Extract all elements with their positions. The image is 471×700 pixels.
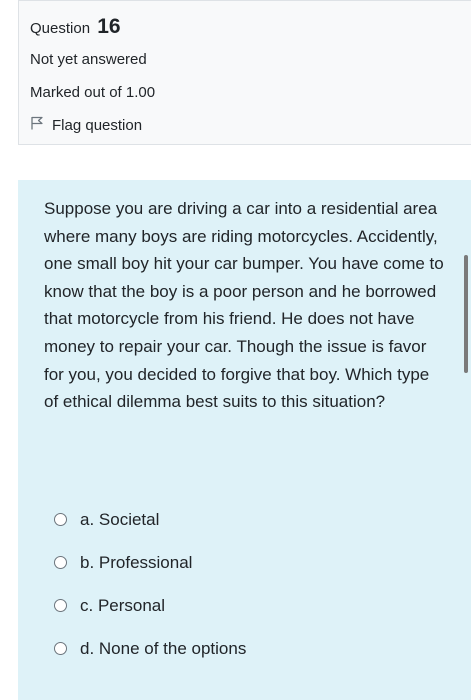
answer-label: c. Personal: [80, 595, 166, 615]
scrollbar[interactable]: [464, 255, 468, 373]
question-number: 16: [97, 15, 121, 38]
quiz-page: Question 16 Not yet answered Marked out …: [0, 0, 471, 700]
question-text: Suppose you are driving a car into a res…: [44, 199, 444, 412]
answer-option-b[interactable]: b. Professional: [54, 541, 246, 584]
radio-button[interactable]: [54, 642, 67, 655]
radio-button[interactable]: [54, 599, 67, 612]
question-label: Question: [30, 20, 91, 37]
radio-button[interactable]: [54, 513, 67, 526]
question-content: Suppose you are driving a car into a res…: [18, 180, 471, 700]
answer-label: b. Professional: [80, 552, 193, 572]
answer-option-d[interactable]: d. None of the options: [54, 627, 246, 670]
flag-question-link[interactable]: Flag question: [30, 116, 142, 134]
answer-option-c[interactable]: c. Personal: [54, 584, 246, 627]
question-grade: Marked out of 1.00: [30, 84, 156, 101]
answer-options: a. Societal b. Professional c. Personal …: [54, 498, 246, 670]
flag-question-label: Flag question: [52, 116, 143, 134]
answer-label: d. None of the options: [80, 638, 247, 658]
question-state: Not yet answered: [30, 51, 147, 68]
flag-icon: [30, 116, 52, 134]
question-info-panel: Question 16 Not yet answered Marked out …: [18, 0, 471, 145]
radio-button[interactable]: [54, 556, 67, 569]
question-title: Question 16: [30, 15, 121, 39]
answer-label: a. Societal: [80, 509, 160, 529]
answer-option-a[interactable]: a. Societal: [54, 498, 246, 541]
